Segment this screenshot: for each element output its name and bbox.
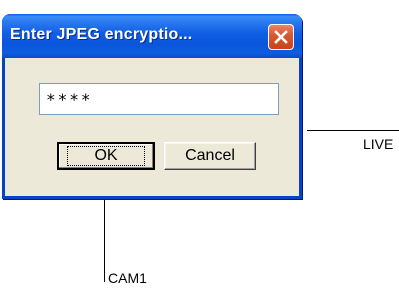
ok-button[interactable]: OK <box>57 142 155 170</box>
live-connector-line <box>307 130 399 131</box>
cam-connector-line <box>104 200 105 282</box>
cam-label: CAM1 <box>108 270 147 286</box>
password-input[interactable] <box>39 83 279 115</box>
live-label: LIVE <box>363 136 394 152</box>
dialog-titlebar[interactable]: Enter JPEG encryptio... <box>2 14 302 58</box>
close-button[interactable] <box>268 24 294 50</box>
cancel-button[interactable]: Cancel <box>164 142 256 170</box>
close-icon <box>274 30 288 44</box>
jpeg-encryption-dialog: Enter JPEG encryptio... OK Cancel <box>2 14 302 199</box>
dialog-title: Enter JPEG encryptio... <box>10 26 193 43</box>
ok-button-label: OK <box>67 146 145 166</box>
